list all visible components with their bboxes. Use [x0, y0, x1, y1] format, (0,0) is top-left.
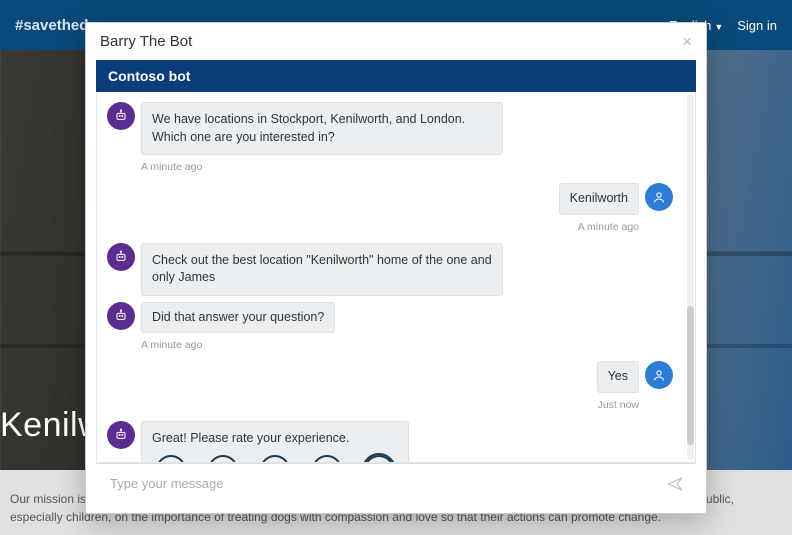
- user-message: Kenilworth: [101, 183, 679, 215]
- modal-title: Barry The Bot: [100, 33, 192, 50]
- bot-message: Did that answer your question?: [101, 302, 679, 334]
- face-poor-icon: [208, 455, 238, 462]
- chat-modal: Barry The Bot × Contoso bot We have loca…: [85, 22, 707, 514]
- bot-avatar-icon: [107, 421, 135, 449]
- bot-avatar-icon: [107, 243, 135, 271]
- chat-window: Contoso bot We have locations in Stockpo…: [96, 60, 696, 503]
- user-avatar-icon: [645, 183, 673, 211]
- message-bubble: We have locations in Stockport, Kenilwor…: [141, 102, 503, 155]
- send-icon: [666, 475, 684, 493]
- chat-transcript: We have locations in Stockport, Kenilwor…: [97, 92, 685, 462]
- chat-body: We have locations in Stockport, Kenilwor…: [96, 92, 696, 463]
- bot-avatar-icon: [107, 102, 135, 130]
- message-bubble: Kenilworth: [559, 183, 639, 215]
- user-avatar-icon: [645, 361, 673, 389]
- message-input[interactable]: [104, 470, 662, 497]
- bot-message: We have locations in Stockport, Kenilwor…: [101, 102, 679, 155]
- modal-title-bar: Barry The Bot ×: [86, 23, 706, 60]
- face-excellent-icon: [364, 455, 394, 462]
- message-bubble: Great! Please rate your experience. Terr…: [141, 421, 409, 463]
- rating-prompt-text: Great! Please rate your experience.: [152, 430, 398, 448]
- message-timestamp: A minute ago: [141, 339, 679, 351]
- message-bubble: Check out the best location "Kenilworth"…: [141, 243, 503, 296]
- rating-options: Terrible Poor Fair: [152, 455, 398, 462]
- message-timestamp: Just now: [101, 399, 639, 411]
- message-bubble: Yes: [597, 361, 639, 393]
- scrollbar-thumb[interactable]: [687, 306, 694, 445]
- rating-fair[interactable]: Fair: [256, 455, 294, 462]
- close-icon[interactable]: ×: [682, 33, 692, 50]
- chat-header: Contoso bot: [96, 60, 696, 92]
- face-good-icon: [312, 455, 342, 462]
- bot-message-rating: Great! Please rate your experience. Terr…: [101, 421, 679, 463]
- rating-poor[interactable]: Poor: [204, 455, 242, 462]
- face-terrible-icon: [156, 455, 186, 462]
- face-fair-icon: [260, 455, 290, 462]
- bot-message: Check out the best location "Kenilworth"…: [101, 243, 679, 296]
- message-bubble: Did that answer your question?: [141, 302, 335, 334]
- rating-good[interactable]: Good: [308, 455, 346, 462]
- chat-input-row: [96, 463, 696, 503]
- scrollbar[interactable]: [687, 94, 694, 460]
- bot-avatar-icon: [107, 302, 135, 330]
- rating-excellent[interactable]: Excellent: [360, 455, 398, 462]
- rating-terrible[interactable]: Terrible: [152, 455, 190, 462]
- modal-backdrop: Barry The Bot × Contoso bot We have loca…: [0, 0, 792, 535]
- send-button[interactable]: [662, 471, 688, 497]
- user-message: Yes: [101, 361, 679, 393]
- message-timestamp: A minute ago: [101, 221, 639, 233]
- message-timestamp: A minute ago: [141, 161, 679, 173]
